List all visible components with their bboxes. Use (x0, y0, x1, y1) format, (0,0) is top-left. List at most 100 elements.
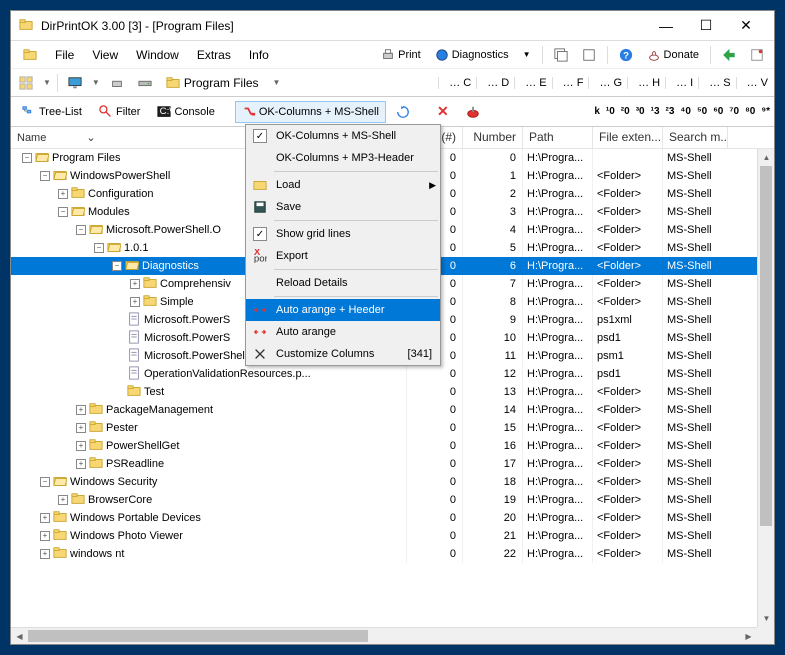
kbd-shortcut-1[interactable]: ¹0 (606, 106, 615, 117)
col-number[interactable]: Number (463, 127, 523, 148)
cleanup-button[interactable] (459, 101, 487, 123)
menu-save[interactable]: Save (246, 196, 440, 218)
vertical-scrollbar[interactable]: ▲ ▼ (757, 149, 774, 627)
menu-okcolumns-mp3[interactable]: OK-Columns + MP3-Header (246, 147, 440, 169)
expander-icon[interactable]: + (130, 279, 140, 289)
kbd-shortcut-4[interactable]: ¹3 (651, 106, 660, 117)
menu-file[interactable]: File (47, 44, 82, 66)
menu-export[interactable]: XportExport (246, 245, 440, 267)
menu-load[interactable]: Load▶ (246, 174, 440, 196)
tool-action1-icon[interactable] (716, 45, 742, 65)
expander-icon[interactable]: + (40, 531, 50, 541)
delete-button[interactable]: ✕ (430, 99, 456, 124)
scroll-up-icon[interactable]: ▲ (758, 149, 774, 166)
kbd-shortcut-2[interactable]: ²0 (621, 106, 630, 117)
drive-V[interactable]: … V (736, 77, 770, 89)
tree-row[interactable]: +windows nt022H:\Progra...<Folder>MS-She… (11, 545, 774, 563)
menu-info[interactable]: Info (241, 44, 277, 66)
filter-button[interactable]: Filter (92, 101, 147, 123)
kbd-shortcut-11[interactable]: ⁹* (761, 106, 770, 117)
expander-icon[interactable]: + (76, 405, 86, 415)
drive-G[interactable]: … G (588, 77, 624, 89)
horizontal-scrollbar[interactable]: ◀ ▶ (11, 627, 757, 644)
tree-row[interactable]: OperationValidationResources.p...012H:\P… (11, 365, 774, 383)
address-bar[interactable]: Program Files ▼ (162, 76, 285, 90)
expander-icon[interactable]: − (94, 243, 104, 253)
tree-row[interactable]: +Windows Photo Viewer021H:\Progra...<Fol… (11, 527, 774, 545)
kbd-shortcut-9[interactable]: ⁷0 (729, 106, 739, 117)
expander-icon[interactable]: + (40, 513, 50, 523)
drive-I[interactable]: … I (665, 77, 695, 89)
tree-row[interactable]: +BrowserCore019H:\Progra...<Folder>MS-Sh… (11, 491, 774, 509)
kbd-shortcut-6[interactable]: ⁴0 (680, 106, 691, 117)
expander-icon[interactable]: − (76, 225, 86, 235)
expander-icon[interactable]: + (130, 297, 140, 307)
kbd-shortcut-5[interactable]: ²3 (666, 106, 675, 117)
col-search[interactable]: Search m... (663, 127, 728, 148)
tool-monitor-icon[interactable] (64, 72, 86, 94)
kbd-shortcut-0[interactable]: k (594, 106, 600, 117)
expander-icon[interactable]: + (76, 459, 86, 469)
expander-icon[interactable]: + (40, 549, 50, 559)
menu-reload[interactable]: Reload Details (246, 272, 440, 294)
tree-row[interactable]: Test013H:\Progra...<Folder>MS-Shell (11, 383, 774, 401)
expander-icon[interactable]: − (58, 207, 68, 217)
console-button[interactable]: C:\Console (150, 101, 221, 123)
expander-icon[interactable]: + (58, 495, 68, 505)
expander-icon[interactable]: + (58, 189, 68, 199)
expander-icon[interactable]: + (76, 441, 86, 451)
tool-restore-icon[interactable] (576, 45, 602, 65)
help-button[interactable]: ? (613, 45, 639, 65)
tool-printer-icon[interactable] (106, 72, 128, 94)
tree-row[interactable]: +PowerShellGet016H:\Progra...<Folder>MS-… (11, 437, 774, 455)
tree-row[interactable]: +PackageManagement014H:\Progra...<Folder… (11, 401, 774, 419)
kbd-shortcut-8[interactable]: ⁶0 (713, 106, 723, 117)
scroll-right-icon[interactable]: ▶ (740, 628, 757, 644)
expander-icon[interactable]: − (40, 171, 50, 181)
tool-tile-icon[interactable] (15, 72, 37, 94)
scroll-thumb-h[interactable] (28, 630, 368, 642)
menu-autoarange-header[interactable]: Auto arange + Heeder (246, 299, 440, 321)
expander-icon[interactable]: − (22, 153, 32, 163)
tool-window-icon[interactable] (548, 45, 574, 65)
expander-icon[interactable]: − (40, 477, 50, 487)
kbd-shortcut-7[interactable]: ⁵0 (697, 106, 707, 117)
print-button[interactable]: Print (375, 45, 427, 65)
tree-row[interactable]: +Pester015H:\Progra...<Folder>MS-Shell (11, 419, 774, 437)
menu-extras[interactable]: Extras (189, 44, 239, 66)
tool-action2-icon[interactable] (744, 45, 770, 65)
tree-row[interactable]: +Windows Portable Devices020H:\Progra...… (11, 509, 774, 527)
col-path[interactable]: Path (523, 127, 593, 148)
diagnostics-button[interactable]: Diagnostics (429, 45, 515, 65)
drive-D[interactable]: … D (476, 77, 511, 89)
okcolumns-button[interactable]: OK-Columns + MS-Shell (235, 101, 386, 123)
scroll-thumb[interactable] (760, 166, 772, 526)
drive-C[interactable]: … C (438, 77, 473, 89)
expander-icon[interactable]: + (76, 423, 86, 433)
expander-icon[interactable]: − (112, 261, 122, 271)
close-button[interactable]: ✕ (726, 12, 766, 40)
menu-customize[interactable]: Customize Columns[341] (246, 343, 440, 365)
menu-view[interactable]: View (84, 44, 126, 66)
tree-row[interactable]: −Windows Security018H:\Progra...<Folder>… (11, 473, 774, 491)
drive-E[interactable]: … E (514, 77, 548, 89)
maximize-button[interactable]: ☐ (686, 12, 726, 40)
refresh-button[interactable] (389, 101, 417, 123)
menu-gridlines[interactable]: ✓Show grid lines (246, 223, 440, 245)
drive-H[interactable]: … H (627, 77, 662, 89)
menu-autoarange[interactable]: Auto arange (246, 321, 440, 343)
tool-drive-icon[interactable] (134, 72, 156, 94)
menubar-app-icon[interactable] (15, 44, 45, 66)
menu-window[interactable]: Window (128, 44, 187, 66)
kbd-shortcut-3[interactable]: ³0 (636, 106, 645, 117)
tree-row[interactable]: +PSReadline017H:\Progra...<Folder>MS-She… (11, 455, 774, 473)
treelist-button[interactable]: Tree-List (15, 101, 89, 123)
menu-okcolumns-msshell[interactable]: ✓OK-Columns + MS-Shell (246, 125, 440, 147)
drive-S[interactable]: … S (698, 77, 732, 89)
scroll-left-icon[interactable]: ◀ (11, 628, 28, 644)
scroll-down-icon[interactable]: ▼ (758, 610, 774, 627)
drive-F[interactable]: … F (552, 77, 586, 89)
donate-button[interactable]: Donate (641, 45, 705, 65)
diagnostics-dropdown[interactable]: ▼ (517, 47, 537, 62)
col-ext[interactable]: File exten... (593, 127, 663, 148)
